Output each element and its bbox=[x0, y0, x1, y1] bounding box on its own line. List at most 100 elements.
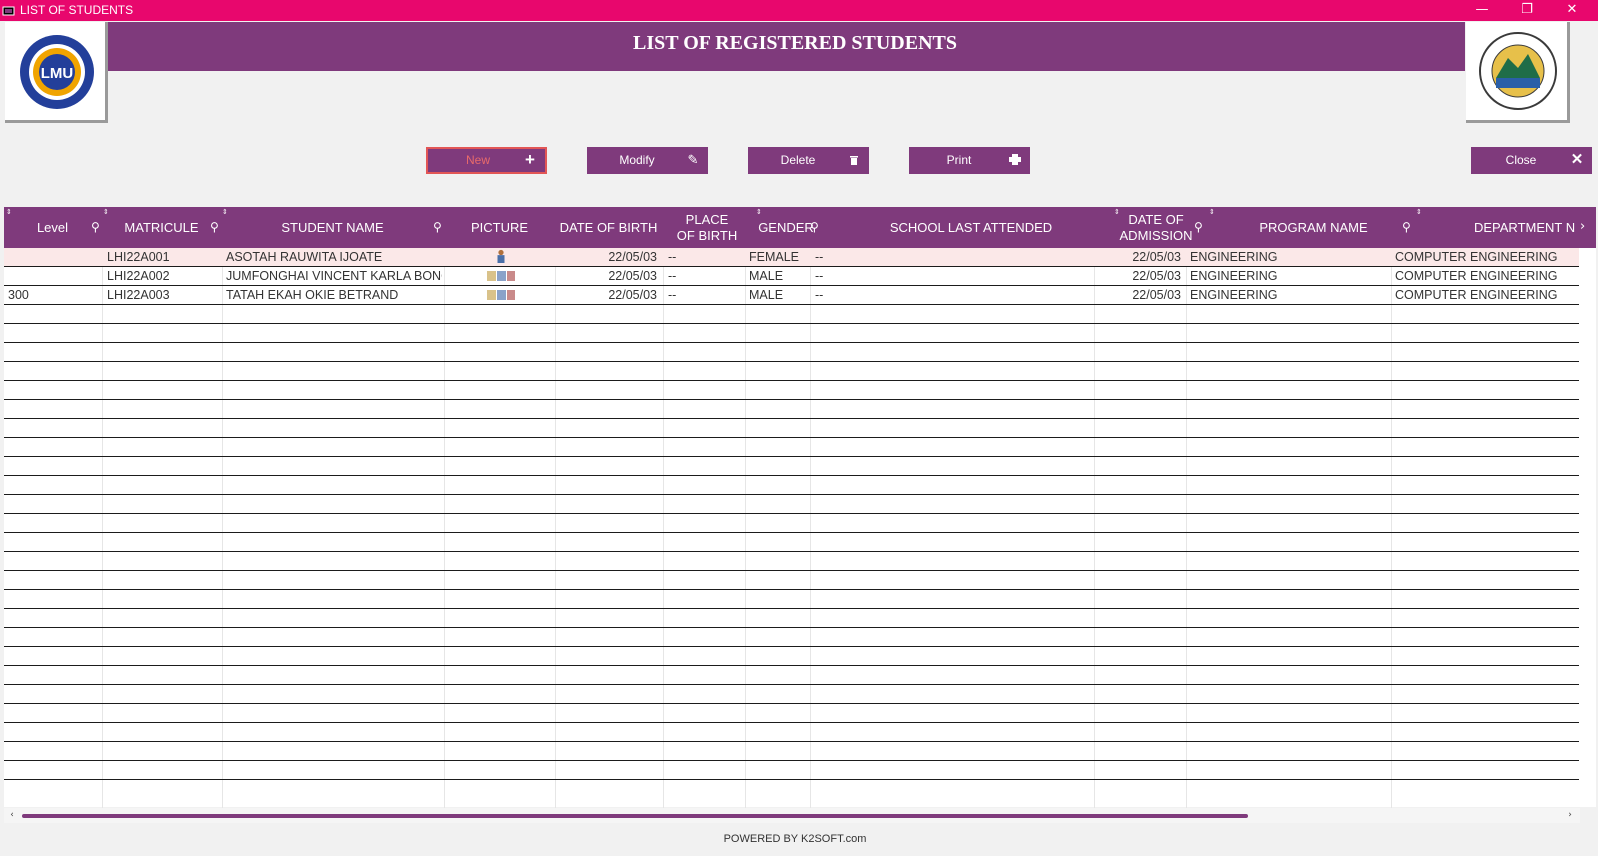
cell-level: 300 bbox=[8, 288, 29, 302]
empty-table-row[interactable] bbox=[4, 362, 1579, 381]
empty-table-row[interactable] bbox=[4, 552, 1579, 571]
empty-table-row[interactable] bbox=[4, 590, 1579, 609]
new-button-label: New bbox=[465, 153, 490, 167]
cell-gender: MALE bbox=[749, 288, 784, 302]
pencil-icon: ✎ bbox=[687, 152, 699, 167]
empty-table-row[interactable] bbox=[4, 438, 1579, 457]
delete-button[interactable]: Delete bbox=[748, 147, 869, 174]
close-button-label: Close bbox=[1505, 153, 1537, 167]
empty-table-row[interactable] bbox=[4, 571, 1579, 590]
magnifier-icon[interactable]: ⚲ bbox=[1194, 220, 1208, 234]
scroll-right-icon[interactable]: › bbox=[1564, 808, 1576, 823]
cell-department: COMPUTER ENGINEERING bbox=[1395, 269, 1558, 283]
cell-program-name: ENGINEERING bbox=[1190, 269, 1278, 283]
magnifier-icon[interactable]: ⚲ bbox=[810, 220, 824, 234]
cell-program-name: ENGINEERING bbox=[1190, 288, 1278, 302]
cell-place-of-birth: -- bbox=[668, 269, 677, 283]
cell-matricule: LHI22A002 bbox=[107, 269, 170, 283]
empty-table-row[interactable] bbox=[4, 324, 1579, 343]
column-header-level[interactable]: Level bbox=[4, 207, 101, 248]
cell-matricule: LHI22A001 bbox=[107, 250, 170, 264]
restore-button[interactable]: ❐ bbox=[1505, 0, 1549, 21]
plus-icon: + bbox=[525, 150, 535, 169]
empty-table-row[interactable] bbox=[4, 609, 1579, 628]
right-logo-frame bbox=[1466, 22, 1570, 123]
cell-department: COMPUTER ENGINEERING bbox=[1395, 288, 1558, 302]
cell-student-name: ASOTAH RAUWITA IJOATE bbox=[226, 250, 383, 264]
delete-button-label: Delete bbox=[780, 153, 816, 167]
cell-school-last-attended: -- bbox=[815, 288, 824, 302]
student-photo-thumbnail bbox=[497, 249, 505, 263]
table-row[interactable]: LHI22A001 ASOTAH RAUWITA IJOATE 22/05/03… bbox=[4, 248, 1579, 267]
table-row[interactable]: LHI22A002 JUMFONGHAI VINCENT KARLA BONG … bbox=[4, 267, 1579, 286]
left-logo-text: LMU bbox=[41, 65, 74, 82]
column-header-matricule[interactable]: MATRICULE bbox=[102, 207, 221, 248]
empty-table-row[interactable] bbox=[4, 419, 1579, 438]
cell-gender: MALE bbox=[749, 269, 784, 283]
cell-gender: FEMALE bbox=[749, 250, 800, 264]
footer-credit: POWERED BY K2SOFT.com bbox=[723, 833, 867, 845]
empty-table-row[interactable] bbox=[4, 742, 1579, 761]
cell-date-of-admission: 22/05/03 bbox=[1132, 250, 1181, 264]
empty-table-row[interactable] bbox=[4, 685, 1579, 704]
printer-icon bbox=[1006, 151, 1024, 169]
empty-table-row[interactable] bbox=[4, 723, 1579, 742]
sort-icon[interactable]: ⇕ bbox=[1416, 208, 1424, 216]
modify-button[interactable]: Modify ✎ bbox=[587, 147, 708, 174]
close-button[interactable]: Close ✕ bbox=[1471, 147, 1592, 174]
empty-table-row[interactable] bbox=[4, 704, 1579, 723]
window-close-button[interactable]: ✕ bbox=[1550, 0, 1594, 21]
cell-program-name: ENGINEERING bbox=[1190, 250, 1278, 264]
column-header-place-of-birth[interactable]: PLACE OF BIRTH bbox=[676, 207, 738, 248]
close-icon: ✕ bbox=[1570, 151, 1584, 168]
magnifier-icon[interactable]: ⚲ bbox=[1402, 220, 1416, 234]
empty-table-row[interactable] bbox=[4, 533, 1579, 552]
cell-level bbox=[8, 248, 98, 266]
column-header-date-of-admission[interactable]: DATE OF ADMISSION bbox=[1116, 207, 1196, 248]
empty-table-row[interactable] bbox=[4, 647, 1579, 666]
chevron-right-icon[interactable]: › bbox=[1580, 220, 1594, 234]
column-header-student-name[interactable]: STUDENT NAME bbox=[222, 207, 443, 248]
empty-table-row[interactable] bbox=[4, 628, 1579, 647]
scrollbar-thumb[interactable] bbox=[22, 814, 1248, 818]
window-title-bar: LIST OF STUDENTS — ❐ ✕ bbox=[0, 0, 1598, 21]
table-row[interactable]: 300 LHI22A003 TATAH EKAH OKIE BETRAND 22… bbox=[4, 286, 1579, 305]
column-header-program-name[interactable]: PROGRAM NAME bbox=[1209, 207, 1418, 248]
minimize-button[interactable]: — bbox=[1460, 0, 1504, 21]
horizontal-scrollbar[interactable]: ‹ › bbox=[4, 808, 1580, 823]
cell-department: COMPUTER ENGINEERING bbox=[1395, 250, 1558, 264]
empty-table-row[interactable] bbox=[4, 457, 1579, 476]
scroll-left-icon[interactable]: ‹ bbox=[6, 808, 18, 823]
empty-table-row[interactable] bbox=[4, 343, 1579, 362]
empty-table-row[interactable] bbox=[4, 761, 1579, 780]
cell-date-of-birth: 22/05/03 bbox=[608, 250, 657, 264]
print-button[interactable]: Print bbox=[909, 147, 1030, 174]
new-button[interactable]: New + bbox=[426, 147, 547, 174]
print-button-label: Print bbox=[946, 153, 972, 167]
page-title: LIST OF REGISTERED STUDENTS bbox=[632, 32, 957, 54]
column-header-school-last-attended[interactable]: SCHOOL LAST ATTENDED bbox=[826, 207, 1116, 248]
empty-table-row[interactable] bbox=[4, 381, 1579, 400]
column-header-picture[interactable]: PICTURE bbox=[444, 207, 555, 248]
empty-table-row[interactable] bbox=[4, 305, 1579, 324]
empty-table-row[interactable] bbox=[4, 400, 1579, 419]
cell-school-last-attended: -- bbox=[815, 269, 824, 283]
cell-date-of-admission: 22/05/03 bbox=[1132, 269, 1181, 283]
empty-table-row[interactable] bbox=[4, 495, 1579, 514]
cell-date-of-birth: 22/05/03 bbox=[608, 288, 657, 302]
university-of-buea-seal bbox=[1479, 32, 1557, 110]
lmu-logo: LMU bbox=[20, 35, 94, 109]
cell-date-of-birth: 22/05/03 bbox=[608, 269, 657, 283]
column-header-gender[interactable]: GENDER bbox=[758, 207, 814, 248]
table-header: ⇕ Level ⚲ ⇕ MATRICULE ⚲ ⇕ STUDENT NAME ⚲… bbox=[4, 207, 1596, 248]
column-header-date-of-birth[interactable]: DATE OF BIRTH bbox=[555, 207, 662, 248]
students-table[interactable]: ⇕ Level ⚲ ⇕ MATRICULE ⚲ ⇕ STUDENT NAME ⚲… bbox=[4, 207, 1596, 808]
empty-table-row[interactable] bbox=[4, 476, 1579, 495]
cell-student-name: JUMFONGHAI VINCENT KARLA BONG bbox=[226, 269, 442, 283]
column-header-department[interactable]: DEPARTMENT N bbox=[1474, 207, 1594, 248]
modify-button-label: Modify bbox=[619, 153, 655, 167]
cell-place-of-birth: -- bbox=[668, 250, 677, 264]
empty-table-row[interactable] bbox=[4, 514, 1579, 533]
app-icon bbox=[2, 6, 15, 16]
empty-table-row[interactable] bbox=[4, 666, 1579, 685]
